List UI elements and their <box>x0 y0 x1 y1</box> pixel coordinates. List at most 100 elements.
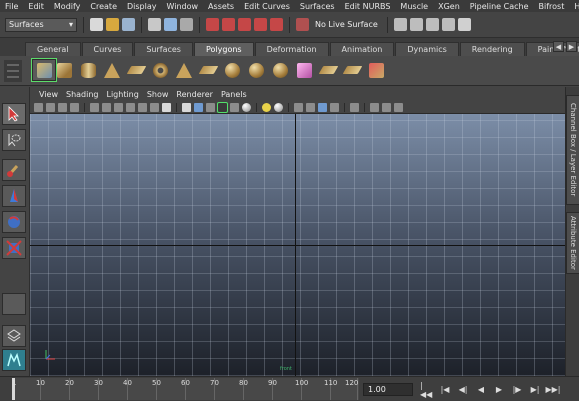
render-view-icon[interactable] <box>393 18 407 31</box>
step-forward-frame-icon[interactable]: ▶| <box>528 383 542 396</box>
menu-edit-nurbs[interactable]: Edit NURBS <box>340 2 396 11</box>
last-tool-button[interactable] <box>2 293 26 315</box>
shelf-tab-animation[interactable]: Animation <box>329 42 395 56</box>
make-live-icon[interactable] <box>270 18 283 31</box>
menu-create[interactable]: Create <box>85 2 122 11</box>
menu-edit-curves[interactable]: Edit Curves <box>239 2 295 11</box>
save-scene-icon[interactable] <box>122 18 135 31</box>
step-back-frame-icon[interactable]: |◀ <box>438 383 452 396</box>
camera-select-icon[interactable] <box>34 102 43 112</box>
paint-select-tool-button[interactable] <box>2 159 26 181</box>
shadows-icon[interactable] <box>262 102 271 112</box>
render-settings-icon[interactable] <box>441 18 455 31</box>
motion-blur-icon[interactable] <box>318 102 327 112</box>
xray-icon[interactable] <box>217 101 228 113</box>
panel-menu-view[interactable]: View <box>35 90 62 99</box>
ipr-render-icon[interactable] <box>425 18 439 31</box>
use-all-lights-icon[interactable] <box>242 102 251 112</box>
poly-cylinder-icon[interactable] <box>78 59 98 81</box>
panel-menu-renderer[interactable]: Renderer <box>172 90 217 99</box>
textured-icon[interactable] <box>230 102 239 112</box>
menu-set-dropdown[interactable]: Surfaces ▾ <box>5 17 77 32</box>
time-ruler[interactable]: 1 10 20 30 40 50 60 70 80 90 100 110 120 <box>12 378 359 400</box>
soccer-ball-icon[interactable] <box>222 59 242 81</box>
menu-edit[interactable]: Edit <box>23 2 49 11</box>
step-forward-key-icon[interactable]: |▶ <box>510 383 524 396</box>
isolate-select-icon[interactable] <box>294 102 303 112</box>
gamma-icon[interactable] <box>382 102 391 112</box>
poly-pipe-icon[interactable] <box>198 59 218 81</box>
shelf-tab-rendering[interactable]: Rendering <box>459 42 525 56</box>
split-polygon-icon[interactable] <box>318 59 338 81</box>
panel-menu-panels[interactable]: Panels <box>217 90 251 99</box>
ambient-occlusion-icon[interactable] <box>306 102 315 112</box>
shelf-tab-deformation[interactable]: Deformation <box>254 42 329 56</box>
render-frame-icon[interactable] <box>409 18 423 31</box>
bevel-icon[interactable] <box>32 59 56 81</box>
shelf-scroll-left-icon[interactable]: ◀ <box>553 41 564 52</box>
camera-attributes-icon[interactable] <box>46 102 55 112</box>
select-hierarchy-icon[interactable] <box>148 18 161 31</box>
snap-grid-icon[interactable] <box>206 18 219 31</box>
hypershade-icon[interactable] <box>457 18 471 31</box>
poly-pyramid-icon[interactable] <box>174 59 194 81</box>
smooth-icon[interactable] <box>270 59 290 81</box>
poly-torus-icon[interactable] <box>150 59 170 81</box>
menu-assets[interactable]: Assets <box>203 2 239 11</box>
step-back-key-icon[interactable]: ◀| <box>456 383 470 396</box>
new-scene-icon[interactable] <box>90 18 103 31</box>
shelf-tab-general[interactable]: General <box>25 42 81 56</box>
bookmark-icon[interactable] <box>58 102 67 112</box>
poly-cube-icon[interactable] <box>54 59 74 81</box>
shelf-tab-curves[interactable]: Curves <box>81 42 134 56</box>
play-backwards-icon[interactable]: ◀ <box>474 383 488 396</box>
safe-title-icon[interactable] <box>162 102 171 112</box>
boolean-icon[interactable] <box>294 59 314 81</box>
panel-menu-lighting[interactable]: Lighting <box>102 90 142 99</box>
menu-help[interactable]: Help <box>569 2 579 11</box>
poly-plane-icon[interactable] <box>126 59 146 81</box>
exposure-icon[interactable] <box>394 102 403 112</box>
snap-curve-icon[interactable] <box>222 18 235 31</box>
depth-of-field-icon[interactable] <box>350 102 359 112</box>
shelf-tab-dynamics[interactable]: Dynamics <box>395 42 459 56</box>
menu-display[interactable]: Display <box>122 2 162 11</box>
poly-cone-icon[interactable] <box>102 59 122 81</box>
shelf-menu-handle[interactable] <box>4 60 22 82</box>
panel-menu-shading[interactable]: Shading <box>62 90 103 99</box>
grid-toggle-icon[interactable] <box>90 102 99 112</box>
magnet-icon[interactable] <box>296 18 309 31</box>
anti-aliasing-icon[interactable] <box>330 102 339 112</box>
extract-icon[interactable] <box>246 59 266 81</box>
snap-view-plane-icon[interactable] <box>254 18 267 31</box>
menu-modify[interactable]: Modify <box>49 2 86 11</box>
layout-single-button[interactable] <box>2 325 26 347</box>
high-quality-icon[interactable] <box>274 102 283 112</box>
smooth-shade-icon[interactable] <box>194 102 203 112</box>
go-to-start-icon[interactable]: |◀◀ <box>420 381 434 399</box>
menu-file[interactable]: File <box>0 2 23 11</box>
go-to-end-icon[interactable]: ▶▶| <box>546 383 561 396</box>
image-plane-icon[interactable] <box>70 102 79 112</box>
shelf-tab-surfaces[interactable]: Surfaces <box>134 42 193 56</box>
menu-pipeline-cache[interactable]: Pipeline Cache <box>465 2 534 11</box>
panel-menu-show[interactable]: Show <box>143 90 173 99</box>
shelf-scroll-right-icon[interactable]: ▶ <box>566 41 577 52</box>
3d-viewport[interactable]: front <box>30 114 565 376</box>
snap-point-icon[interactable] <box>238 18 251 31</box>
shelf-tab-polygons[interactable]: Polygons <box>193 42 254 56</box>
offset-edge-loop-icon[interactable] <box>342 59 362 81</box>
gate-mask-icon[interactable] <box>126 102 135 112</box>
side-tab-attribute-editor[interactable]: Attribute Editor <box>566 212 579 274</box>
lasso-tool-button[interactable] <box>2 129 26 151</box>
film-gate-icon[interactable] <box>102 102 111 112</box>
select-object-icon[interactable] <box>164 18 177 31</box>
menu-muscle[interactable]: Muscle <box>395 2 433 11</box>
open-scene-icon[interactable] <box>106 18 119 31</box>
menu-window[interactable]: Window <box>162 2 204 11</box>
menu-xgen[interactable]: XGen <box>433 2 465 11</box>
safe-action-icon[interactable] <box>150 102 159 112</box>
rotate-tool-button[interactable] <box>2 211 26 233</box>
select-component-icon[interactable] <box>180 18 193 31</box>
menu-bifrost[interactable]: Bifrost <box>534 2 570 11</box>
